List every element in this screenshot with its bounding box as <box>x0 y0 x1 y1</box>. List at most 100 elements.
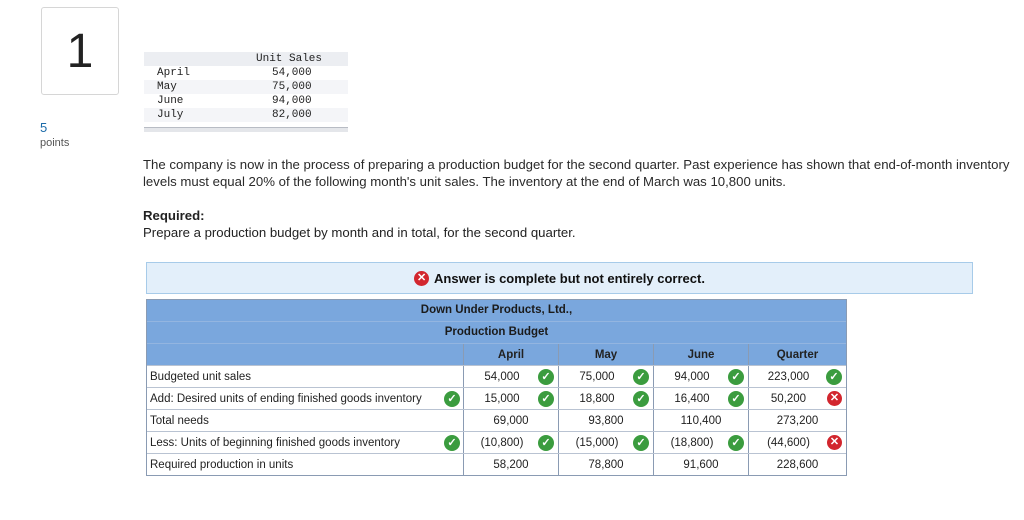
cell-value: 58,200 <box>493 458 529 471</box>
unit-sales-row: June 94,000 <box>144 94 348 108</box>
budget-cell: (44,600) ✕ <box>749 432 846 453</box>
column-header: June <box>654 344 749 365</box>
answer-status-banner: ✕ Answer is complete but not entirely co… <box>146 262 973 294</box>
budget-row: Budgeted unit sales 54,000 ✓ 75,000 ✓ 94,000 ✓… <box>147 365 846 387</box>
budget-row: Add: Desired units of ending finished go… <box>147 387 846 409</box>
budget-title: Production Budget <box>147 321 846 343</box>
row-label-cell: Less: Units of beginning finished goods … <box>147 432 464 453</box>
month: July <box>157 109 184 121</box>
unit-sales-row: April 54,000 <box>144 66 348 80</box>
cell-value: 273,200 <box>776 414 819 427</box>
cell-value: 16,400 <box>674 392 710 405</box>
budget-cell: 223,000 ✓ <box>749 366 846 387</box>
question-number: 1 <box>41 7 119 95</box>
budget-row: Less: Units of beginning finished goods … <box>147 431 846 453</box>
budget-cell: (10,800) ✓ <box>464 432 559 453</box>
budget-cell: 78,800 <box>559 454 654 475</box>
unit-sales-footer-rule <box>144 127 348 132</box>
check-circle-icon: ✓ <box>444 435 460 451</box>
cell-value: (18,800) <box>670 436 714 449</box>
row-label-cell: Add: Desired units of ending finished go… <box>147 388 464 409</box>
check-circle-icon: ✓ <box>728 435 744 451</box>
budget-cell: 15,000 ✓ <box>464 388 559 409</box>
row-label: Total needs <box>150 414 209 427</box>
points-label: points <box>40 137 70 149</box>
check-circle-icon: ✓ <box>538 435 554 451</box>
check-circle-icon: ✓ <box>633 435 649 451</box>
budget-company: Down Under Products, Ltd., <box>147 300 846 321</box>
month: May <box>157 81 177 93</box>
column-header: Quarter <box>776 348 819 361</box>
cell-value: 69,000 <box>493 414 529 427</box>
budget-cell: 273,200 <box>749 410 846 431</box>
banner-text: Answer is complete but not entirely corr… <box>434 270 705 286</box>
row-label-cell: Required production in units <box>147 454 464 475</box>
points-value: 5 <box>40 120 48 135</box>
cell-value: 94,000 <box>674 370 710 383</box>
row-label: Required production in units <box>150 458 294 471</box>
budget-cell: 93,800 <box>559 410 654 431</box>
unit-sales-row: May 75,000 <box>144 80 348 94</box>
budget-cell: 91,600 <box>654 454 749 475</box>
check-circle-icon: ✓ <box>633 369 649 385</box>
column-header: April <box>464 344 559 365</box>
x-circle-icon: ✕ <box>414 270 430 286</box>
production-budget-table: Down Under Products, Ltd., Production Bu… <box>146 299 847 476</box>
check-circle-icon: ✓ <box>633 391 649 407</box>
cell-value: 223,000 <box>767 370 810 383</box>
x-circle-icon: ✕ <box>827 391 842 406</box>
cell-value: (44,600) <box>767 436 810 449</box>
cell-value: 228,600 <box>776 458 819 471</box>
sales-value: 82,000 <box>272 109 312 121</box>
cell-value: (10,800) <box>480 436 524 449</box>
unit-sales-header: Unit Sales <box>144 52 348 66</box>
budget-row: Required production in units 58,200 78,800… <box>147 453 846 475</box>
cell-value: 75,000 <box>579 370 615 383</box>
check-circle-icon: ✓ <box>826 369 842 385</box>
row-label: Add: Desired units of ending finished go… <box>150 392 422 405</box>
budget-cell: (18,800) ✓ <box>654 432 749 453</box>
budget-header-row: April May June Quarter <box>147 343 846 365</box>
row-label: Budgeted unit sales <box>150 370 252 383</box>
required-text: Prepare a production budget by month and… <box>143 225 576 240</box>
budget-cell: 16,400 ✓ <box>654 388 749 409</box>
problem-paragraph: The company is now in the process of pre… <box>143 157 1010 189</box>
unit-sales-row: July 82,000 <box>144 108 348 122</box>
budget-cell: 228,600 <box>749 454 846 475</box>
budget-cell: 69,000 <box>464 410 559 431</box>
cell-value: 110,400 <box>680 414 722 427</box>
month: June <box>157 95 184 107</box>
cell-value: 18,800 <box>579 392 615 405</box>
check-circle-icon: ✓ <box>728 369 744 385</box>
cell-value: 54,000 <box>484 370 520 383</box>
cell-value: (15,000) <box>575 436 619 449</box>
cell-value: 91,600 <box>683 458 719 471</box>
budget-cell: 75,000 ✓ <box>559 366 654 387</box>
row-label: Less: Units of beginning finished goods … <box>150 436 400 449</box>
budget-cell: 110,400 <box>654 410 749 431</box>
check-circle-icon: ✓ <box>538 391 554 407</box>
sales-value: 75,000 <box>272 81 312 93</box>
row-label-cell: Total needs <box>147 410 464 431</box>
required-label: Required: <box>143 208 205 223</box>
budget-cell: (15,000) ✓ <box>559 432 654 453</box>
sales-value: 54,000 <box>272 67 312 79</box>
cell-value: 50,200 <box>770 392 807 405</box>
sales-value: 94,000 <box>272 95 312 107</box>
x-circle-icon: ✕ <box>827 435 842 450</box>
budget-cell: 54,000 ✓ <box>464 366 559 387</box>
unit-sales-table: Unit Sales April 54,000 May 75,000 June 94,… <box>144 52 348 132</box>
check-circle-icon: ✓ <box>538 369 554 385</box>
unit-sales-header-label: Unit Sales <box>256 53 323 65</box>
budget-cell: 50,200 ✕ <box>749 388 846 409</box>
row-label-cell: Budgeted unit sales <box>147 366 464 387</box>
cell-value: 78,800 <box>588 458 624 471</box>
budget-cell: 18,800 ✓ <box>559 388 654 409</box>
budget-row: Total needs 69,000 93,800 110,400 273,200 <box>147 409 846 431</box>
budget-cell: 94,000 ✓ <box>654 366 749 387</box>
cell-value: 15,000 <box>484 392 520 405</box>
header-blank <box>147 344 464 365</box>
check-circle-icon: ✓ <box>444 391 460 407</box>
column-header: May <box>559 344 654 365</box>
month: April <box>157 67 191 79</box>
